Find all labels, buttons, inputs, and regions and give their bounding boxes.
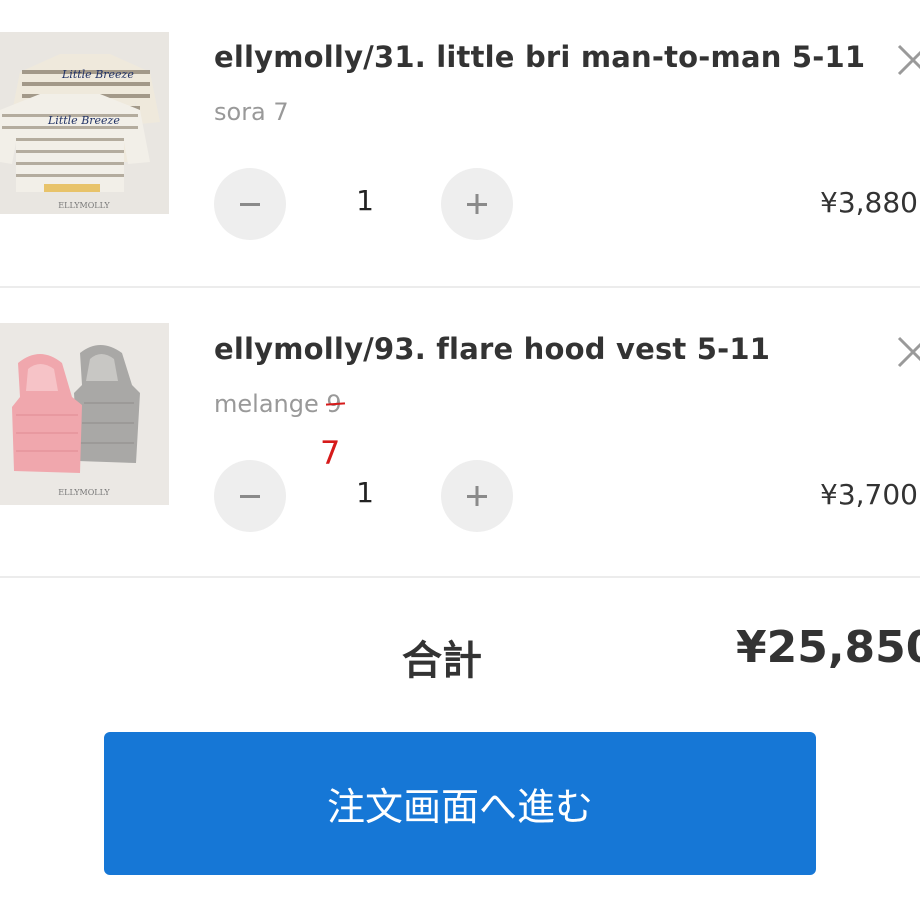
remove-item-button[interactable] [893, 40, 920, 80]
item-price: ¥3,880 [820, 186, 918, 219]
svg-text:Little Breeze: Little Breeze [61, 68, 134, 81]
product-image[interactable]: Little Breeze Little Breeze ELLYMOLLY [0, 32, 169, 214]
quantity-value: 1 [356, 476, 374, 509]
hood-vest-photo: ELLYMOLLY [0, 323, 169, 505]
total-label: 合計 [402, 638, 482, 684]
decrease-quantity-button[interactable] [214, 460, 286, 532]
checkout-button[interactable]: 注文画面へ進む [104, 732, 816, 875]
remove-item-button[interactable] [893, 332, 920, 372]
quantity-value: 1 [356, 184, 374, 217]
cart-item: Little Breeze Little Breeze ELLYMOLLY el… [0, 0, 920, 286]
increase-quantity-button[interactable] [441, 168, 513, 240]
product-image[interactable]: ELLYMOLLY [0, 323, 169, 505]
svg-text:Little Breeze: Little Breeze [47, 114, 120, 127]
variant-label: melange [214, 390, 327, 418]
plus-icon [467, 486, 487, 506]
plus-icon [467, 194, 487, 214]
struck-size: 9 [326, 390, 346, 418]
variant-option: melange 9 [214, 390, 346, 418]
decrease-quantity-button[interactable] [214, 168, 286, 240]
divider [0, 576, 920, 578]
item-price: ¥3,700 [820, 478, 918, 511]
product-title[interactable]: ellymolly/93. flare hood vest 5-11 [214, 332, 770, 366]
close-icon [897, 44, 920, 76]
total-amount: ¥25,850 [736, 622, 920, 673]
variant-option: sora 7 [214, 98, 289, 126]
product-title[interactable]: ellymolly/31. little bri man-to-man 5-11 [214, 40, 865, 74]
svg-text:ELLYMOLLY: ELLYMOLLY [58, 488, 110, 497]
increase-quantity-button[interactable] [441, 460, 513, 532]
sweatshirt-photo: Little Breeze Little Breeze ELLYMOLLY [0, 32, 169, 214]
svg-text:ELLYMOLLY: ELLYMOLLY [58, 201, 110, 210]
close-icon [897, 336, 920, 368]
minus-icon [240, 495, 260, 498]
minus-icon [240, 203, 260, 206]
handwritten-correction: 7 [320, 434, 341, 472]
cart-item: ELLYMOLLY ellymolly/93. flare hood vest … [0, 288, 920, 576]
